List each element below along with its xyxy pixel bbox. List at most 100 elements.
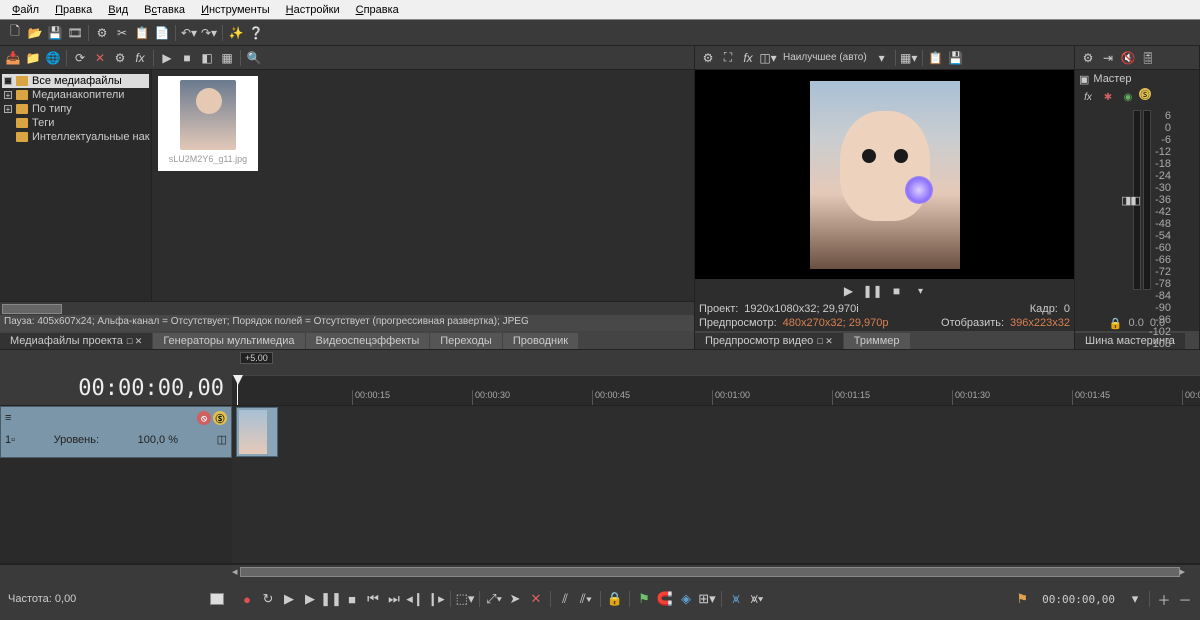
menu-insert[interactable]: Вставка <box>136 2 193 18</box>
tree-smart[interactable]: Интеллектуальные нак <box>2 130 149 144</box>
ripple-icon[interactable]: ⫽ <box>556 590 574 608</box>
offset-indicator[interactable]: +5.00 <box>240 352 273 364</box>
go-start-icon[interactable]: ⏮ <box>364 590 382 608</box>
menu-tools[interactable]: Инструменты <box>193 2 278 18</box>
tree-bytype[interactable]: +По типу <box>2 102 149 116</box>
menu-edit[interactable]: Правка <box>47 2 100 18</box>
crossfade-icon[interactable]: ⩙ <box>727 590 745 608</box>
playhead[interactable] <box>237 376 238 405</box>
record-icon[interactable]: ● <box>238 590 256 608</box>
split-icon[interactable]: ◫▾ <box>759 49 777 67</box>
redo-icon[interactable]: ↷▾ <box>200 24 218 42</box>
search-icon[interactable]: 🔍 <box>245 49 263 67</box>
freq-meter-icon[interactable] <box>210 593 224 605</box>
marker-flag-icon[interactable]: ⚑ <box>1013 590 1031 608</box>
selection-icon[interactable]: ⤢▾ <box>485 590 503 608</box>
tab-preview[interactable]: Предпросмотр видео□ ✕ <box>695 333 843 349</box>
external-icon[interactable]: ⛶ <box>719 49 737 67</box>
tab-transitions[interactable]: Переходы <box>430 333 502 349</box>
tab-media-generators[interactable]: Генераторы мультимедиа <box>153 333 304 349</box>
mute-badge[interactable]: ⦸ <box>197 411 211 425</box>
stop-icon[interactable]: ■ <box>888 282 906 300</box>
menu-file[interactable]: Файл <box>4 2 47 18</box>
video-track-header[interactable]: ≡ ⦸ Ⓢ 1▫ Уровень: 100,0 % ◫ <box>0 406 232 458</box>
new-icon[interactable]: 🗋 <box>6 24 24 42</box>
track-settings-icon[interactable]: ◫ <box>217 433 227 446</box>
solo-icon[interactable]: Ⓢ <box>1139 88 1151 100</box>
snap-grid-icon[interactable]: ◈ <box>677 590 695 608</box>
solo-badge[interactable]: Ⓢ <box>213 411 227 425</box>
cut-icon[interactable]: ✕ <box>527 590 545 608</box>
props-icon[interactable]: ⚙ <box>699 49 717 67</box>
paste-icon[interactable]: 📄 <box>153 24 171 42</box>
snap-icon[interactable]: 🧲 <box>656 590 674 608</box>
media-thumbnail[interactable]: sLU2M2Y6_g11.jpg <box>158 76 258 171</box>
ruler[interactable]: +5.00 00:00:15 00:00:30 00:00:45 00:01:0… <box>232 350 1200 405</box>
normal-tool-icon[interactable]: ⬚▾ <box>456 590 474 608</box>
gear-icon[interactable]: ⚙ <box>1079 49 1097 67</box>
track-lanes[interactable] <box>232 406 1200 563</box>
lock-icon[interactable]: 🔒 <box>606 590 624 608</box>
mixer-icon[interactable]: 🎚 <box>1139 49 1157 67</box>
insert-icon[interactable]: ⇥ <box>1099 49 1117 67</box>
fx-icon[interactable]: fx <box>739 49 757 67</box>
tree-drives[interactable]: +Медианакопители <box>2 88 149 102</box>
marker-icon[interactable]: ⚑ <box>635 590 653 608</box>
zoom-in-icon[interactable]: ＋ <box>1155 590 1173 608</box>
fx-icon[interactable]: fx <box>131 49 149 67</box>
mute-icon[interactable]: 🔇 <box>1119 49 1137 67</box>
next-frame-icon[interactable]: ❙▸ <box>427 590 445 608</box>
copy-icon[interactable]: 📋 <box>133 24 151 42</box>
pause-icon[interactable]: ❚❚ <box>322 590 340 608</box>
timecode-menu-icon[interactable]: ▾ <box>1126 590 1144 608</box>
grid-icon[interactable]: ▦▾ <box>900 49 918 67</box>
snapshot-icon[interactable]: 📋 <box>927 49 945 67</box>
fader-handle[interactable]: ◨◧ <box>1121 194 1140 207</box>
play-start-icon[interactable]: ▶ <box>280 590 298 608</box>
undo-icon[interactable]: ↶▾ <box>180 24 198 42</box>
import-icon[interactable]: 📥 <box>4 49 22 67</box>
arrow-icon[interactable]: ➤ <box>506 590 524 608</box>
play-icon[interactable]: ▶ <box>301 590 319 608</box>
auto-ripple-icon[interactable]: ⫽▾ <box>577 590 595 608</box>
tab-project-media[interactable]: Медиафайлы проекта□ ✕ <box>0 333 152 349</box>
open-icon[interactable]: 📂 <box>26 24 44 42</box>
prev-frame-icon[interactable]: ◂❙ <box>406 590 424 608</box>
expand-icon[interactable]: ▣ <box>1079 73 1089 86</box>
media-scrollbar[interactable] <box>0 301 694 315</box>
tab-trimmer[interactable]: Триммер <box>844 333 910 349</box>
zoom-out-icon[interactable]: － <box>1176 590 1194 608</box>
render-icon[interactable]: 🎞 <box>66 24 84 42</box>
stop-icon[interactable]: ■ <box>178 49 196 67</box>
help-icon[interactable]: ❔ <box>247 24 265 42</box>
pause-icon[interactable]: ❚❚ <box>864 282 882 300</box>
menu-arrow-icon[interactable]: ▾ <box>912 282 930 300</box>
tree-root[interactable]: −Все медиафайлы <box>2 74 149 88</box>
close-icon[interactable]: □ ✕ <box>127 336 142 347</box>
refresh-icon[interactable]: ⟳ <box>71 49 89 67</box>
play-icon[interactable]: ▶ <box>840 282 858 300</box>
auto-preview-icon[interactable]: ◧ <box>198 49 216 67</box>
web-icon[interactable]: 🌐 <box>44 49 62 67</box>
menu-view[interactable]: Вид <box>100 2 136 18</box>
video-clip[interactable] <box>236 407 278 457</box>
track-menu-icon[interactable]: ≡ <box>5 412 11 424</box>
play-icon[interactable]: ▶ <box>158 49 176 67</box>
close-icon[interactable]: □ ✕ <box>817 336 832 347</box>
settings-icon[interactable]: ⚙ <box>111 49 129 67</box>
remove-icon[interactable]: ✕ <box>91 49 109 67</box>
cut-icon[interactable]: ✂ <box>113 24 131 42</box>
magic-icon[interactable]: ✨ <box>227 24 245 42</box>
quality-dropdown[interactable]: Наилучшее (авто) <box>779 49 871 67</box>
timeline-scrollbar[interactable]: ◂▸ <box>0 564 1200 578</box>
menu-settings[interactable]: Настройки <box>278 2 348 18</box>
save-snapshot-icon[interactable]: 💾 <box>947 49 965 67</box>
menu-help[interactable]: Справка <box>348 2 407 18</box>
view-icon[interactable]: ▦ <box>218 49 236 67</box>
media-tree[interactable]: −Все медиафайлы +Медианакопители +По тип… <box>0 70 152 301</box>
auto-crossfade-icon[interactable]: ⩙▾ <box>748 590 766 608</box>
quantize-icon[interactable]: ⊞▾ <box>698 590 716 608</box>
stop-icon[interactable]: ■ <box>343 590 361 608</box>
tab-explorer[interactable]: Проводник <box>503 333 578 349</box>
tab-video-fx[interactable]: Видеоспецэффекты <box>306 333 430 349</box>
